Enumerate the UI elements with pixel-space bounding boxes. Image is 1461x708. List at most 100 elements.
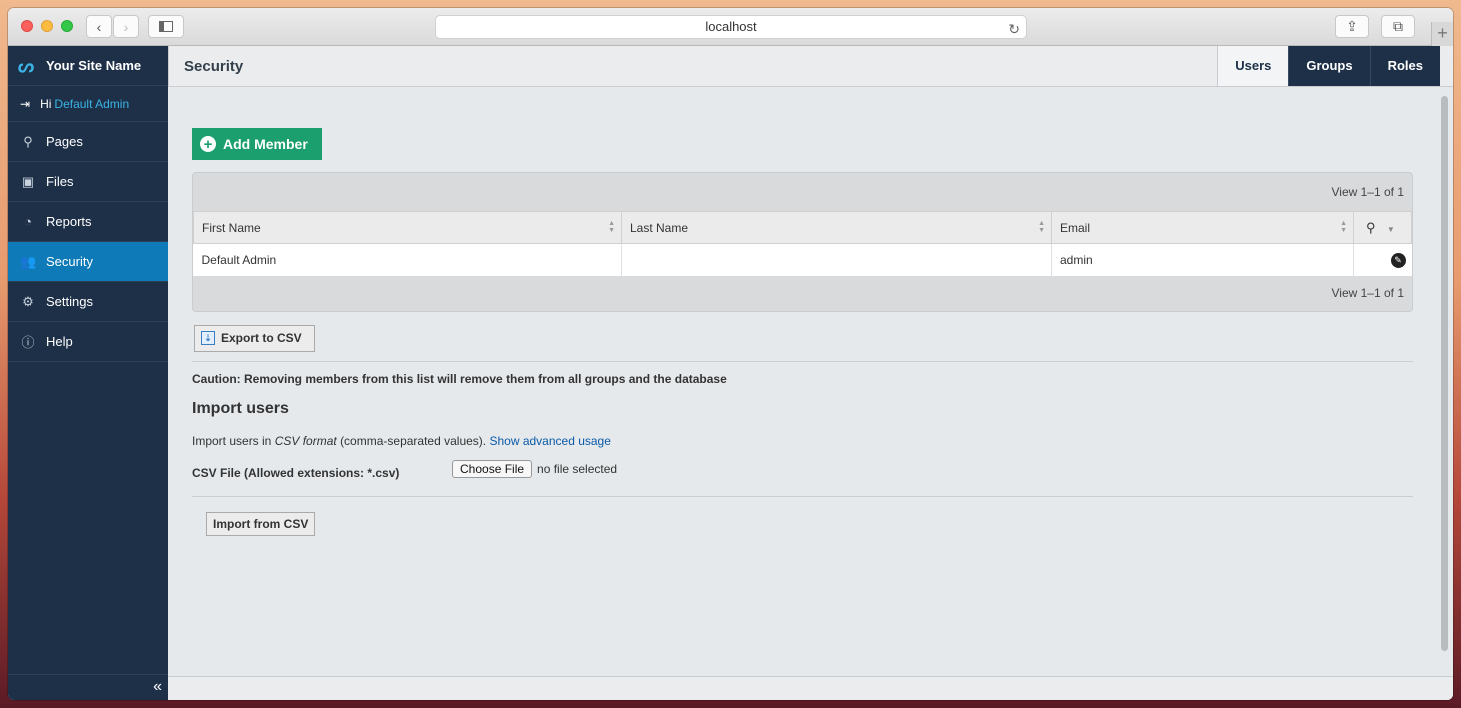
browser-toolbar: ‹ › localhost ↻ ⇪ ⧉ +: [8, 8, 1453, 46]
chevron-down-icon[interactable]: ▼: [1387, 225, 1395, 234]
sidebar-item-label: Settings: [46, 294, 93, 309]
close-window-button[interactable]: [21, 20, 33, 32]
new-tab-button[interactable]: +: [1431, 22, 1453, 46]
csv-file-label: CSV File (Allowed extensions: *.csv): [192, 465, 400, 480]
column-label: Email: [1060, 220, 1091, 235]
sidebar-item-security[interactable]: 👥 Security: [8, 242, 168, 282]
zoom-window-button[interactable]: [61, 20, 73, 32]
divider: [192, 360, 1413, 362]
column-header-last-name[interactable]: Last Name ▲ ▼: [621, 211, 1052, 244]
column-label: Last Name: [630, 220, 689, 235]
reload-icon[interactable]: ↻: [1008, 18, 1020, 40]
choose-file-button[interactable]: Choose File: [452, 459, 533, 478]
sidebar-item-reports[interactable]: ◔ Reports: [8, 202, 168, 242]
main-panel: Security Users Groups Roles + Add Member…: [168, 46, 1453, 700]
user-greeting: ⇥ Hi Default Admin: [8, 86, 168, 122]
gears-icon: ⚙: [22, 293, 34, 309]
tab-users[interactable]: Users: [1217, 46, 1289, 86]
cell-last-name: [621, 243, 1052, 276]
import-desc-suffix: (comma-separated values).: [340, 433, 487, 448]
sidebar: ᔕ Your Site Name ⇥ Hi Default Admin ⚲ Pa…: [8, 46, 168, 700]
sidebar-item-help[interactable]: ⓘ Help: [8, 322, 168, 362]
column-label: First Name: [202, 220, 261, 235]
members-table: First Name ▲▼ Last Name ▲▼ Email ▲▼ ⚲: [193, 211, 1412, 276]
cell-email: admin: [1051, 243, 1354, 276]
tab-groups[interactable]: Groups: [1288, 46, 1370, 86]
site-name-link[interactable]: ᔕ Your Site Name: [8, 46, 168, 86]
sitemap-icon: ⚲: [23, 133, 33, 149]
browser-window: ‹ › localhost ↻ ⇪ ⧉ + ᔕ Your Site Name ⇥…: [8, 8, 1453, 700]
info-icon: ⓘ: [21, 335, 35, 350]
address-bar[interactable]: localhost ↻: [435, 15, 1027, 39]
file-status-text: no file selected: [537, 461, 618, 476]
add-member-button[interactable]: + Add Member: [192, 128, 322, 160]
sidebar-icon: [159, 21, 173, 32]
show-advanced-usage-link[interactable]: Show advanced usage: [489, 434, 610, 448]
table-header-row: First Name ▲▼ Last Name ▲▼ Email ▲▼ ⚲: [193, 211, 1412, 244]
members-grid: View 1–1 of 1 First Name ▲ ▼ Last Name ▲ ▼…: [192, 172, 1413, 312]
user-profile-link[interactable]: Default Admin: [54, 97, 129, 111]
greeting-text: Hi: [40, 96, 52, 111]
import-desc-prefix: Import users in: [192, 433, 272, 448]
tab-roles[interactable]: Roles: [1369, 46, 1440, 86]
cell-first-name: Default Admin: [193, 243, 622, 276]
sort-icon: ▲ ▼: [608, 220, 615, 234]
sort-icon: ▲ ▼: [1340, 220, 1347, 234]
search-icon[interactable]: ⚲: [1366, 220, 1376, 235]
sidebar-item-files[interactable]: ▣ Files: [8, 162, 168, 202]
minimize-window-button[interactable]: [41, 20, 53, 32]
logout-icon[interactable]: ⇥: [20, 97, 30, 111]
back-button[interactable]: ‹: [86, 15, 112, 38]
pie-chart-icon: ◔: [24, 214, 32, 229]
cell-actions: ✎: [1354, 244, 1412, 276]
sidebar-item-pages[interactable]: ⚲ Pages: [8, 122, 168, 162]
import-desc-format: CSV format: [274, 433, 337, 448]
caution-text: Caution: Removing members from this list…: [192, 371, 727, 386]
sidebar-item-label: Security: [46, 254, 93, 269]
edit-icon[interactable]: ✎: [1390, 252, 1406, 268]
sidebar-item-label: Reports: [46, 214, 92, 229]
sort-icon: ▲ ▼: [1038, 220, 1045, 234]
pager-bottom: View 1–1 of 1: [1331, 285, 1405, 300]
tabs-icon: ⧉: [1393, 18, 1403, 34]
add-member-label: Add Member: [223, 136, 308, 152]
url-text: localhost: [705, 19, 757, 34]
share-button[interactable]: ⇪: [1335, 15, 1369, 38]
column-header-first-name[interactable]: First Name ▲ ▼: [193, 211, 622, 244]
import-users-heading: Import users: [192, 399, 289, 417]
logo-icon: ᔕ: [18, 55, 35, 76]
export-icon: ⇣: [201, 331, 215, 345]
csv-file-field: CSV File (Allowed extensions: *.csv) Cho…: [192, 458, 1413, 480]
pager-top: View 1–1 of 1: [1331, 185, 1405, 199]
sidebar-item-label: Files: [46, 174, 74, 189]
column-search-filter[interactable]: ⚲ ▼: [1353, 211, 1412, 244]
plus-icon: +: [1437, 23, 1448, 43]
vertical-scrollbar[interactable]: [1441, 96, 1449, 656]
import-description: Import users in CSV format (comma-separa…: [192, 434, 1413, 448]
sidebar-item-label: Help: [46, 334, 73, 349]
export-label: Export to CSV: [221, 331, 302, 345]
page-title: Security: [184, 58, 244, 75]
image-icon: ▣: [21, 173, 35, 189]
chevron-left-icon: ‹: [96, 18, 102, 35]
chevron-right-icon: ›: [123, 18, 129, 35]
table-row[interactable]: Default Admin admin ✎: [193, 243, 1412, 276]
tabs-overview-button[interactable]: ⧉: [1381, 15, 1415, 38]
bottom-status-bar: [168, 676, 1453, 700]
plus-circle-icon: +: [200, 136, 216, 153]
sidebar-item-label: Pages: [46, 134, 83, 149]
collapse-sidebar-button[interactable]: «: [8, 674, 168, 700]
import-csv-button[interactable]: Import from CSV: [206, 511, 316, 536]
forward-button[interactable]: ›: [113, 15, 139, 38]
export-csv-button[interactable]: ⇣ Export to CSV: [194, 324, 315, 352]
tab-bar: Users Groups Roles: [1217, 46, 1440, 86]
scrollbar-thumb[interactable]: [1441, 96, 1448, 651]
share-icon: ⇪: [1346, 18, 1358, 34]
content-area: + Add Member View 1–1 of 1 First Name ▲ ▼…: [192, 128, 1413, 536]
column-header-email[interactable]: Email ▲ ▼: [1051, 211, 1354, 244]
sidebar-toggle-button[interactable]: [148, 15, 184, 38]
sidebar-item-settings[interactable]: ⚙ Settings: [8, 282, 168, 322]
divider: [192, 495, 1413, 497]
page-header: Security Users Groups Roles: [168, 46, 1453, 87]
users-icon: 👥: [20, 253, 37, 269]
